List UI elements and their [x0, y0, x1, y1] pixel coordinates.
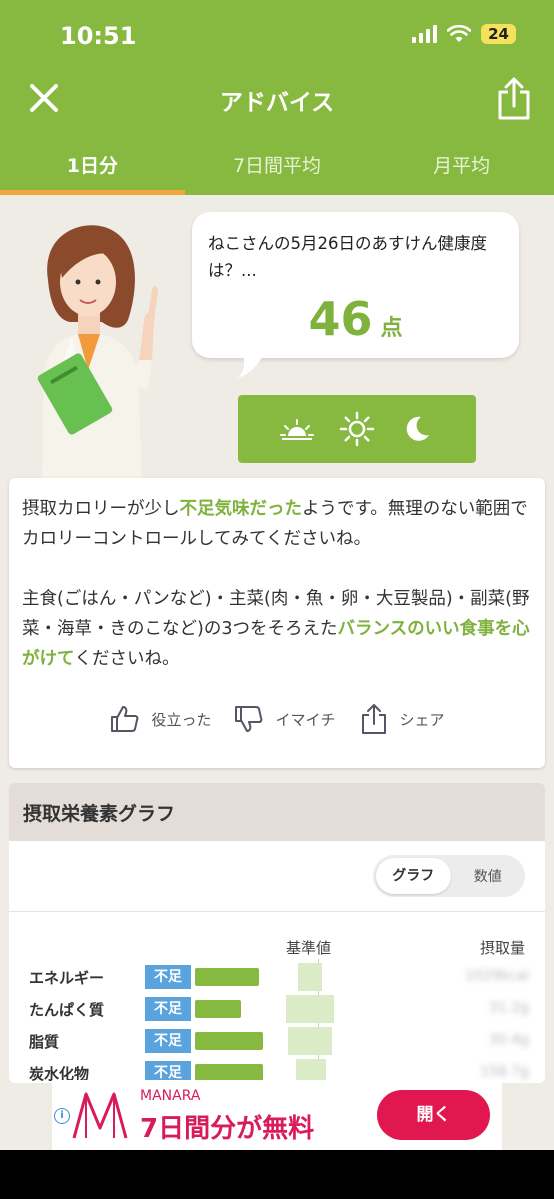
- intake-bar: [195, 1032, 263, 1050]
- reference-range: [286, 995, 334, 1023]
- intake-amount: 1029kcal: [465, 968, 529, 984]
- toggle-graph[interactable]: グラフ: [376, 858, 451, 894]
- advice-card: 摂取カロリーが少し不足気味だったようです。無理のない範囲でカロリーコントロールし…: [9, 478, 545, 768]
- bubble-tail: [238, 352, 264, 378]
- status-badge: 不足: [145, 1029, 191, 1053]
- divider: [9, 911, 545, 912]
- advice-p1-text-a: 摂取カロリーが少し: [22, 499, 180, 519]
- ad-brand: MANARA: [140, 1088, 201, 1104]
- tab-monthly-average[interactable]: 月平均: [369, 140, 554, 195]
- toggle-values[interactable]: 数値: [451, 866, 526, 886]
- status-badge: 不足: [145, 997, 191, 1021]
- score-bubble: ねこさんの5月26日のあすけん健康度は？... 46 点: [192, 212, 519, 358]
- status-icons: 24: [412, 24, 516, 44]
- share-feedback-button[interactable]: シェア: [358, 703, 445, 735]
- advice-text: 摂取カロリーが少し不足気味だったようです。無理のない範囲でカロリーコントロールし…: [22, 494, 533, 674]
- health-score: 46 点: [192, 292, 519, 346]
- nutrient-row: エネルギー 不足 1029kcal: [9, 963, 545, 993]
- like-label: 役立った: [151, 710, 212, 729]
- intake-bar: [195, 968, 259, 986]
- manara-logo: [72, 1092, 128, 1139]
- reference-range: [298, 963, 322, 991]
- ad-open-button[interactable]: 開く: [377, 1090, 490, 1140]
- score-value: 46: [308, 292, 373, 346]
- feedback-bar: 役立った イマイチ シェア: [9, 703, 545, 735]
- intake-bar: [195, 1000, 241, 1018]
- nutrient-name: 脂質: [29, 1033, 60, 1051]
- thumbs-down-icon: [235, 706, 263, 732]
- wifi-icon: [447, 25, 472, 42]
- thumbs-up-icon: [111, 706, 139, 732]
- dislike-label: イマイチ: [275, 710, 336, 729]
- tab-1day[interactable]: 1日分: [0, 140, 185, 195]
- like-button[interactable]: 役立った: [109, 703, 211, 735]
- moon-icon[interactable]: [399, 411, 435, 447]
- ad-headline: 7日間分が無料: [140, 1114, 315, 1144]
- bottom-bar: [0, 1150, 554, 1199]
- share-icon[interactable]: [496, 76, 532, 120]
- sunrise-icon[interactable]: [279, 411, 315, 447]
- advisor-illustration: [37, 225, 158, 480]
- signal-icon: [412, 25, 438, 43]
- tab-7day-average[interactable]: 7日間平均: [185, 140, 370, 195]
- dislike-button[interactable]: イマイチ: [233, 703, 336, 735]
- nutrient-name: たんぱく質: [29, 1001, 105, 1019]
- intake-amount: 31.2g: [488, 1000, 529, 1016]
- app-header: 10:51 24 アドバイス 1日分 7日間平均 月平均: [0, 0, 554, 195]
- status-badge: 不足: [145, 965, 191, 989]
- battery-indicator: 24: [481, 24, 516, 44]
- share-label: シェア: [399, 710, 445, 729]
- column-amount: 摂取量: [479, 939, 525, 957]
- ad-banner[interactable]: i MANARA 7日間分が無料 開く: [52, 1080, 502, 1150]
- meal-time-selector: [238, 395, 476, 463]
- share-icon: [361, 704, 386, 734]
- ad-info-icon[interactable]: i: [54, 1108, 70, 1124]
- graph-value-toggle: グラフ 数値: [373, 855, 525, 897]
- intake-amount: 158.7g: [480, 1064, 529, 1080]
- reference-range: [288, 1027, 332, 1055]
- nutrient-name: エネルギー: [29, 969, 105, 987]
- sun-icon[interactable]: [339, 411, 375, 447]
- score-unit: 点: [380, 316, 403, 341]
- page-title: アドバイス: [219, 90, 335, 116]
- period-tabs: 1日分 7日間平均 月平均: [0, 140, 554, 195]
- advice-p2-text-b: くださいね。: [74, 649, 180, 669]
- nutrient-graph-card: 摂取栄養素グラフ グラフ 数値 基準値 摂取量 エネルギー 不足 1029kca…: [9, 783, 545, 1083]
- intake-amount: 30.4g: [488, 1032, 529, 1048]
- health-question: ねこさんの5月26日のあすけん健康度は？...: [208, 234, 487, 280]
- column-reference: 基準値: [286, 939, 332, 957]
- nutrient-row: たんぱく質 不足 31.2g: [9, 995, 545, 1025]
- advice-p1-highlight: 不足気味だった: [179, 499, 303, 519]
- status-time: 10:51: [60, 22, 137, 50]
- nutrient-row: 脂質 不足 30.4g: [9, 1027, 545, 1057]
- graph-title: 摂取栄養素グラフ: [9, 783, 545, 841]
